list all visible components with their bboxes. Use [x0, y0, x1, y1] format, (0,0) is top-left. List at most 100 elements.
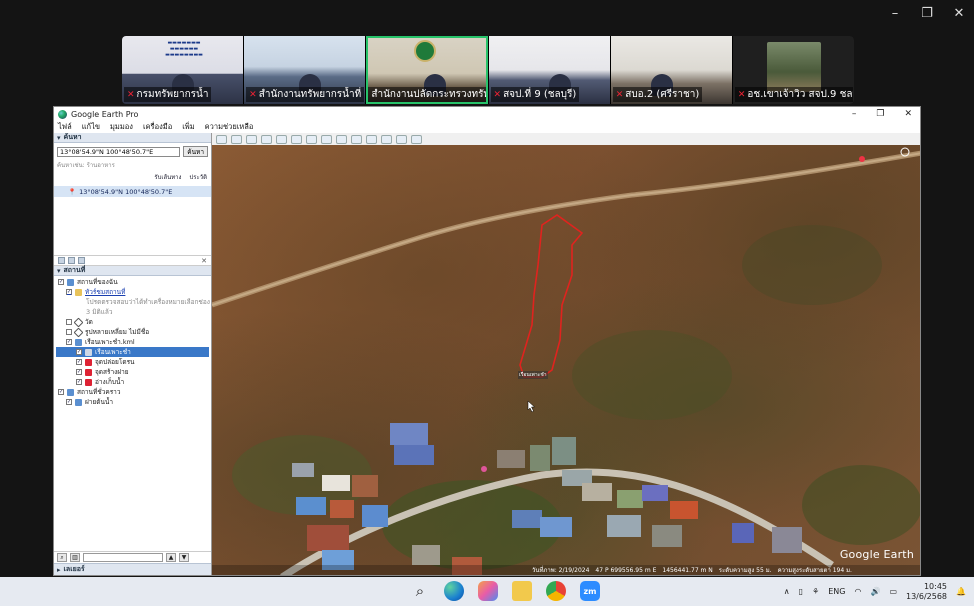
- polygon-button[interactable]: [246, 134, 257, 144]
- network-app-icon[interactable]: ⚘: [812, 587, 819, 596]
- placemark-icon[interactable]: [859, 156, 865, 162]
- time: 10:45: [923, 581, 948, 591]
- map-view[interactable]: เรือนเพาะชำ Google Earth วันที่ภาพ: 2/19…: [212, 145, 920, 575]
- google-maps-button[interactable]: [411, 134, 422, 144]
- tour-button[interactable]: [291, 134, 302, 144]
- places-tree: ✓ สถานที่ของฉัน ✓ ทัวร์ชมสถานที่ โปรดตรวจส…: [54, 276, 211, 408]
- ruler-button[interactable]: [351, 134, 362, 144]
- minimize-button[interactable]: –: [852, 109, 857, 119]
- menu-tools[interactable]: เครื่องมือ: [143, 121, 172, 133]
- up-arrow-icon[interactable]: ▲: [166, 553, 176, 562]
- refresh-icon[interactable]: [68, 257, 75, 264]
- search-panel-header[interactable]: ▾ ค้นหา: [54, 133, 211, 143]
- battery-icon[interactable]: ▭: [889, 587, 897, 596]
- windows-start-icon[interactable]: [376, 581, 396, 601]
- usb-icon[interactable]: ▯: [799, 587, 803, 596]
- zoom-window-controls: – ❐ ✕: [888, 6, 966, 21]
- directions-link[interactable]: รับเส้นทาง: [154, 172, 181, 182]
- tree-item-selected[interactable]: ✓ เรือนเพาะชำ: [56, 347, 209, 357]
- overlay-button[interactable]: [276, 134, 287, 144]
- participant-name: ✕ สบอ.2 (ศรีราชา): [612, 87, 703, 102]
- maximize-button[interactable]: ❐: [876, 109, 884, 119]
- volume-icon[interactable]: 🔊: [870, 587, 880, 596]
- tree-item[interactable]: วัด: [56, 317, 209, 327]
- close-icon[interactable]: ✕: [201, 257, 207, 265]
- panel-icon[interactable]: ▥: [70, 553, 80, 562]
- search-input[interactable]: [57, 146, 181, 157]
- file-explorer-icon[interactable]: [512, 581, 532, 601]
- layers-panel-header[interactable]: ▸ เลเยอร์: [54, 563, 211, 575]
- tree-item[interactable]: ✓ จุดสร้างฝาย: [56, 367, 209, 377]
- close-button[interactable]: ✕: [952, 6, 966, 21]
- participant-name: ✕ สจป.ที่ 9 (ชลบุรี): [490, 87, 580, 102]
- history-link[interactable]: ประวัติ: [189, 172, 207, 182]
- chevron-up-icon[interactable]: ∧: [784, 587, 790, 596]
- filter-input[interactable]: [83, 553, 163, 562]
- participant-tile-active[interactable]: สำนักงานปลัดกระทรวงทรัพย...: [366, 36, 488, 104]
- search-button[interactable]: ค้นหา: [183, 146, 208, 157]
- sidebar-toggle-button[interactable]: [216, 134, 227, 144]
- historical-imagery-button[interactable]: [306, 134, 317, 144]
- zoom-icon[interactable]: zm: [580, 581, 600, 601]
- menu-edit[interactable]: แก้ไข: [82, 121, 100, 133]
- globe-icon: [75, 398, 82, 406]
- copilot-icon[interactable]: [478, 581, 498, 601]
- tree-item[interactable]: รูปหลายเหลี่ยม ไม่มีชื่อ: [56, 327, 209, 337]
- wifi-icon[interactable]: ◠: [854, 587, 861, 596]
- mic-muted-icon: ✕: [249, 89, 257, 100]
- participant-name: ✕ กรมทรัพยากรน้ำ: [124, 87, 212, 102]
- notification-icon[interactable]: 🔔: [956, 587, 966, 596]
- participant-tile[interactable]: ✕ อช.เขาเจ้าวิว สจป.9 ชลบุรี: [732, 36, 854, 104]
- email-button[interactable]: [366, 134, 377, 144]
- tree-item[interactable]: ✓ ฝายต้นน้ำ: [56, 397, 209, 407]
- imagery-date: วันที่ภาพ: 2/19/2024: [532, 567, 590, 574]
- participant-tile[interactable]: ✕ สำนักงานทรัพยากรน้ำที่ 6: [244, 36, 366, 104]
- tree-item[interactable]: ✓ สถานที่ของฉัน: [56, 277, 209, 287]
- hand-cursor-icon: [527, 400, 536, 413]
- participant-tile[interactable]: ✕ สบอ.2 (ศรีราชา): [610, 36, 732, 104]
- mic-muted-icon: ✕: [127, 89, 135, 100]
- coord-north: 1456441.77 m N: [662, 566, 713, 574]
- placemark-icon[interactable]: [481, 466, 487, 472]
- path-button[interactable]: [261, 134, 272, 144]
- placemark-button[interactable]: [231, 134, 242, 144]
- close-button[interactable]: ✕: [904, 109, 912, 119]
- coord-east: 47 P 699556.95 m E: [595, 566, 657, 574]
- participant-name: ✕ อช.เขาเจ้าวิว สจป.9 ชลบุรี: [734, 87, 853, 102]
- menu-view[interactable]: มุมมอง: [110, 121, 133, 133]
- placemark-icon: [85, 358, 92, 366]
- map-overlay: [212, 147, 920, 575]
- restore-button[interactable]: ❐: [920, 6, 934, 21]
- nursery-polygon[interactable]: [519, 214, 584, 378]
- folder-icon: [75, 288, 82, 296]
- edge-icon[interactable]: [444, 581, 464, 601]
- participant-tile[interactable]: ▬▬▬▬▬▬▬ ▬▬▬▬▬▬ ▬▬▬▬▬▬▬▬ ✕ กรมทรัพยากรน้ำ: [122, 36, 244, 104]
- search-icon[interactable]: ⌕: [57, 553, 67, 562]
- participant-photo: [766, 42, 821, 92]
- places-panel-header[interactable]: ▾ สถานที่: [54, 266, 211, 276]
- menu-add[interactable]: เพิ่ม: [182, 121, 194, 133]
- print-button[interactable]: [381, 134, 392, 144]
- tree-item[interactable]: ✓ จุดปล่อยโดรน: [56, 357, 209, 367]
- clock[interactable]: 10:45 13/6/2568: [906, 582, 947, 602]
- down-arrow-icon[interactable]: ▼: [179, 553, 189, 562]
- participant-tile[interactable]: ✕ สจป.ที่ 9 (ชลบุรี): [488, 36, 610, 104]
- globe-icon: [67, 388, 74, 396]
- window-controls: – ❐ ✕: [852, 109, 920, 119]
- chrome-icon[interactable]: [546, 581, 566, 601]
- tree-item[interactable]: ✓ อ่างเก็บน้ำ: [56, 377, 209, 387]
- search-result[interactable]: 📍 13°08'54.9"N 100°48'50.7"E: [54, 186, 211, 197]
- planets-button[interactable]: [336, 134, 347, 144]
- add-folder-icon[interactable]: [58, 257, 65, 264]
- sun-button[interactable]: [321, 134, 332, 144]
- desktop: – ❐ ✕ ▬▬▬▬▬▬▬ ▬▬▬▬▬▬ ▬▬▬▬▬▬▬▬ ✕ กรมทรัพยากร…: [0, 0, 974, 606]
- language-indicator[interactable]: ENG: [828, 587, 845, 596]
- search-icon[interactable]: ⌕: [410, 581, 430, 601]
- menu-help[interactable]: ความช่วยเหลือ: [205, 121, 254, 133]
- print-icon[interactable]: [78, 257, 85, 264]
- tree-item[interactable]: ✓ เรือนเพาะชำ.kml: [56, 337, 209, 347]
- minimize-button[interactable]: –: [888, 6, 902, 21]
- tree-item[interactable]: ✓ ทัวร์ชมสถานที่: [56, 287, 209, 297]
- save-image-button[interactable]: [396, 134, 407, 144]
- tree-item[interactable]: ✓ สถานที่ชั่วคราว: [56, 387, 209, 397]
